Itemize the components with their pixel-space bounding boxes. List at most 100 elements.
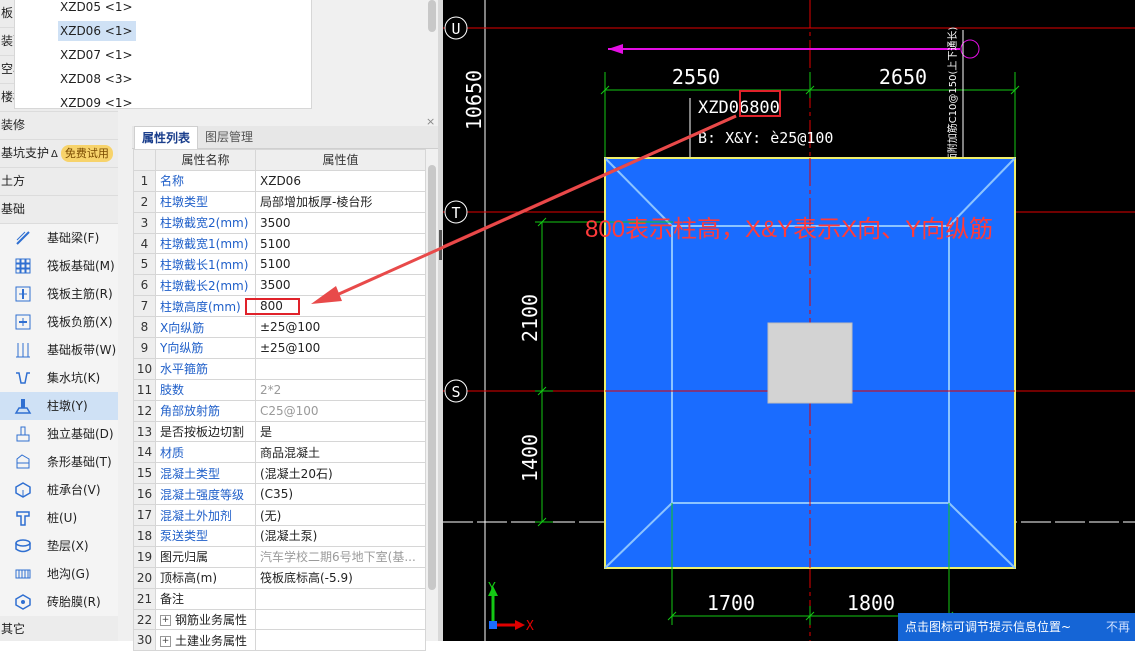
table-row[interactable]: 14 材质 商品混凝土 xyxy=(133,441,426,464)
table-row[interactable]: 10 水平箍筋 xyxy=(133,357,426,380)
table-row[interactable]: 30 + 土建业务属性 xyxy=(133,629,426,651)
foundation-beam-icon xyxy=(14,229,32,247)
property-name-text: 混凝土强度等级 xyxy=(160,487,245,502)
property-value[interactable]: 局部增加板厚-棱台形 xyxy=(255,190,426,213)
table-row[interactable]: 11 肢数 2*2 xyxy=(133,378,426,401)
table-row[interactable]: 4 柱墩截宽1(mm) 5100 xyxy=(133,232,426,255)
table-header-index xyxy=(133,149,156,171)
property-value[interactable]: (混凝土20石) xyxy=(255,462,426,485)
property-name-text: 名称 xyxy=(160,174,185,189)
property-value[interactable]: (无) xyxy=(255,504,426,527)
row-index: 2 xyxy=(133,190,156,213)
table-row[interactable]: 2 柱墩类型 局部增加板厚-棱台形 xyxy=(133,190,426,213)
tree-item[interactable]: 独立基础(D) xyxy=(0,420,118,448)
property-name-text: 是否按板边切割 xyxy=(160,425,245,440)
component-list-item[interactable]: XZD06 <1> xyxy=(58,21,136,41)
property-value[interactable]: 5100 xyxy=(255,232,426,255)
cad-drawing-canvas[interactable]: U T S 10650 2550 2650 板面附加筋C10@150(上下通长)… xyxy=(443,0,1135,641)
property-value[interactable] xyxy=(255,629,426,651)
tree-item[interactable]: 筏板主筋(R) xyxy=(0,280,118,308)
property-value[interactable]: XZD06 xyxy=(255,169,426,192)
table-row[interactable]: 18 泵送类型 (混凝土泵) xyxy=(133,525,426,547)
table-row[interactable]: 19 图元归属 汽车学校二期6号地下室(基... xyxy=(133,545,426,568)
tree-item[interactable]: 地沟(G) xyxy=(0,560,118,588)
tree-item[interactable]: 基础梁(F) xyxy=(0,224,118,252)
property-value[interactable]: 3500 xyxy=(255,211,426,234)
property-value[interactable]: 汽车学校二期6号地下室(基... xyxy=(255,545,426,568)
table-row[interactable]: 17 混凝土外加剂 (无) xyxy=(133,504,426,527)
table-header-name: 属性名称 xyxy=(155,149,256,171)
expand-icon[interactable]: + xyxy=(160,635,171,647)
property-name-text: 顶标高(m) xyxy=(160,571,218,586)
pile-cap-icon xyxy=(14,481,32,499)
property-table-scrollbar[interactable] xyxy=(428,165,436,590)
tree-item[interactable]: 筏板基础(M) xyxy=(0,252,118,280)
table-row[interactable]: 6 柱墩截长2(mm) 3500 xyxy=(133,274,426,297)
property-name: 材质 xyxy=(155,441,256,464)
tree-item[interactable]: 砖胎膜(R) xyxy=(0,588,118,616)
raft-foundation-icon xyxy=(14,257,32,275)
tree-item[interactable]: 条形基础(T) xyxy=(0,448,118,476)
component-list-item[interactable]: XZD05 <1> xyxy=(58,0,136,17)
property-name: 混凝土外加剂 xyxy=(155,504,256,527)
tree-item[interactable]: 集水坑(K) xyxy=(0,364,118,392)
tree-item[interactable]: 筏板负筋(X) xyxy=(0,308,118,336)
tab-layer-management[interactable]: 图层管理 xyxy=(198,126,260,148)
property-value[interactable]: 5100 xyxy=(255,253,426,276)
table-row[interactable]: 16 混凝土强度等级 (C35) xyxy=(133,483,426,506)
row-index: 5 xyxy=(133,253,156,276)
tree-item[interactable]: 桩(U) xyxy=(0,504,118,532)
component-list-item[interactable]: XZD07 <1> xyxy=(58,45,136,65)
tree-category-label: 板 xyxy=(1,6,14,20)
splitter-grip[interactable] xyxy=(439,230,442,260)
expand-icon[interactable]: + xyxy=(160,615,171,627)
table-row[interactable]: 9 Y向纵筋 ±25@100 xyxy=(133,337,426,359)
tree-item-label: 条形基础(T) xyxy=(47,455,112,469)
row-index: 10 xyxy=(133,357,156,380)
property-value[interactable] xyxy=(255,587,426,610)
axis-label-s: S xyxy=(451,383,460,401)
tree-item[interactable]: 柱墩(Y) xyxy=(0,392,118,420)
property-value[interactable]: 是 xyxy=(255,420,426,443)
component-list-item[interactable]: XZD08 <3> xyxy=(58,69,136,89)
tree-item[interactable]: 桩承台(V) xyxy=(0,476,118,504)
free-trial-badge[interactable]: 免费试用 xyxy=(60,145,113,162)
tree-category-other[interactable]: 其它 xyxy=(0,616,118,641)
table-row[interactable]: 21 备注 xyxy=(133,587,426,610)
trench-icon xyxy=(14,565,32,583)
table-row[interactable]: 13 是否按板边切割是 xyxy=(133,420,426,443)
property-value[interactable]: (混凝土泵) xyxy=(255,525,426,547)
hint-dismiss[interactable]: 不再 xyxy=(1106,613,1130,641)
property-value[interactable]: (C35) xyxy=(255,483,426,506)
property-value[interactable]: 商品混凝土 xyxy=(255,441,426,464)
table-row[interactable]: 3 柱墩截宽2(mm) 3500 xyxy=(133,211,426,234)
table-row[interactable]: 12 角部放射筋 C25@100 xyxy=(133,399,426,422)
tree-category[interactable]: 基础 xyxy=(0,196,118,224)
tree-item[interactable]: 垫层(X) xyxy=(0,532,118,560)
tab-property-list[interactable]: 属性列表 xyxy=(134,126,198,149)
tree-item[interactable]: 基础板带(W) xyxy=(0,336,118,364)
property-value[interactable]: 筏板底标高(-5.9) xyxy=(255,566,426,589)
table-row[interactable]: 20 顶标高(m) 筏板底标高(-5.9) xyxy=(133,566,426,589)
hint-bar[interactable]: 点击图标可调节提示信息位置~ 不再 xyxy=(898,613,1135,641)
property-value[interactable] xyxy=(255,608,426,631)
table-row[interactable]: 22 + 钢筋业务属性 xyxy=(133,608,426,631)
component-list-item[interactable]: XZD09 <1> xyxy=(58,93,136,108)
table-row[interactable]: 8 X向纵筋 ±25@100 xyxy=(133,316,426,339)
property-value[interactable]: C25@100 xyxy=(255,399,426,422)
property-value[interactable]: 2*2 xyxy=(255,378,426,401)
tree-category[interactable]: 装修 xyxy=(0,112,118,140)
property-value[interactable]: 3500 xyxy=(255,274,426,297)
table-row[interactable]: 1 名称 XZD06 xyxy=(133,169,426,192)
table-row[interactable]: 5 柱墩截长1(mm) 5100 xyxy=(133,253,426,276)
tree-item-label: 砖胎膜(R) xyxy=(47,595,101,609)
dim-text-2100: 2100 xyxy=(518,294,542,342)
tree-category[interactable]: 土方 xyxy=(0,168,118,196)
property-name-text: 柱墩截宽1(mm) xyxy=(160,237,249,251)
component-list-scrollbar[interactable] xyxy=(428,0,436,32)
tree-category[interactable]: 基坑支护 Δ 免费试用 xyxy=(0,140,118,168)
property-value[interactable]: ±25@100 xyxy=(255,316,426,339)
table-row[interactable]: 15 混凝土类型 (混凝土20石) xyxy=(133,462,426,485)
property-value[interactable]: ±25@100 xyxy=(255,337,426,359)
property-value[interactable] xyxy=(255,357,426,380)
